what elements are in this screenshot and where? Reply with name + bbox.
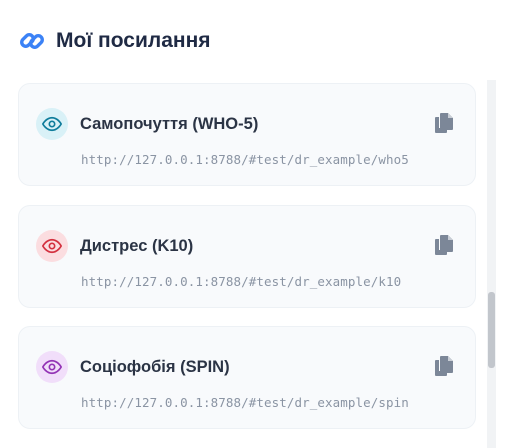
scrollbar[interactable] — [487, 80, 496, 448]
link-title: Дистрес (K10) — [80, 237, 194, 255]
copy-icon[interactable] — [430, 353, 456, 379]
page-title: Мої посилання — [56, 29, 211, 52]
page-header: Мої посилання — [18, 26, 211, 56]
eye-icon[interactable] — [36, 108, 68, 140]
links-list: Самопочуття (WHO-5) http://127.0.0.1:878… — [18, 83, 478, 448]
link-card: Самопочуття (WHO-5) http://127.0.0.1:878… — [18, 83, 476, 186]
link-url[interactable]: http://127.0.0.1:8788/#test/dr_example/s… — [81, 395, 409, 410]
link-title: Соціофобія (SPIN) — [80, 358, 230, 376]
link-card: Дистрес (K10) http://127.0.0.1:8788/#tes… — [18, 205, 476, 308]
copy-icon[interactable] — [430, 110, 456, 136]
eye-icon[interactable] — [36, 230, 68, 262]
link-url[interactable]: http://127.0.0.1:8788/#test/dr_example/w… — [81, 152, 409, 167]
link-title: Самопочуття (WHO-5) — [80, 115, 259, 133]
link-url[interactable]: http://127.0.0.1:8788/#test/dr_example/k… — [81, 274, 401, 289]
copy-icon[interactable] — [430, 232, 456, 258]
eye-icon[interactable] — [36, 351, 68, 383]
link-icon — [18, 27, 46, 55]
link-card: Соціофобія (SPIN) http://127.0.0.1:8788/… — [18, 326, 476, 429]
scrollbar-thumb[interactable] — [488, 292, 495, 368]
